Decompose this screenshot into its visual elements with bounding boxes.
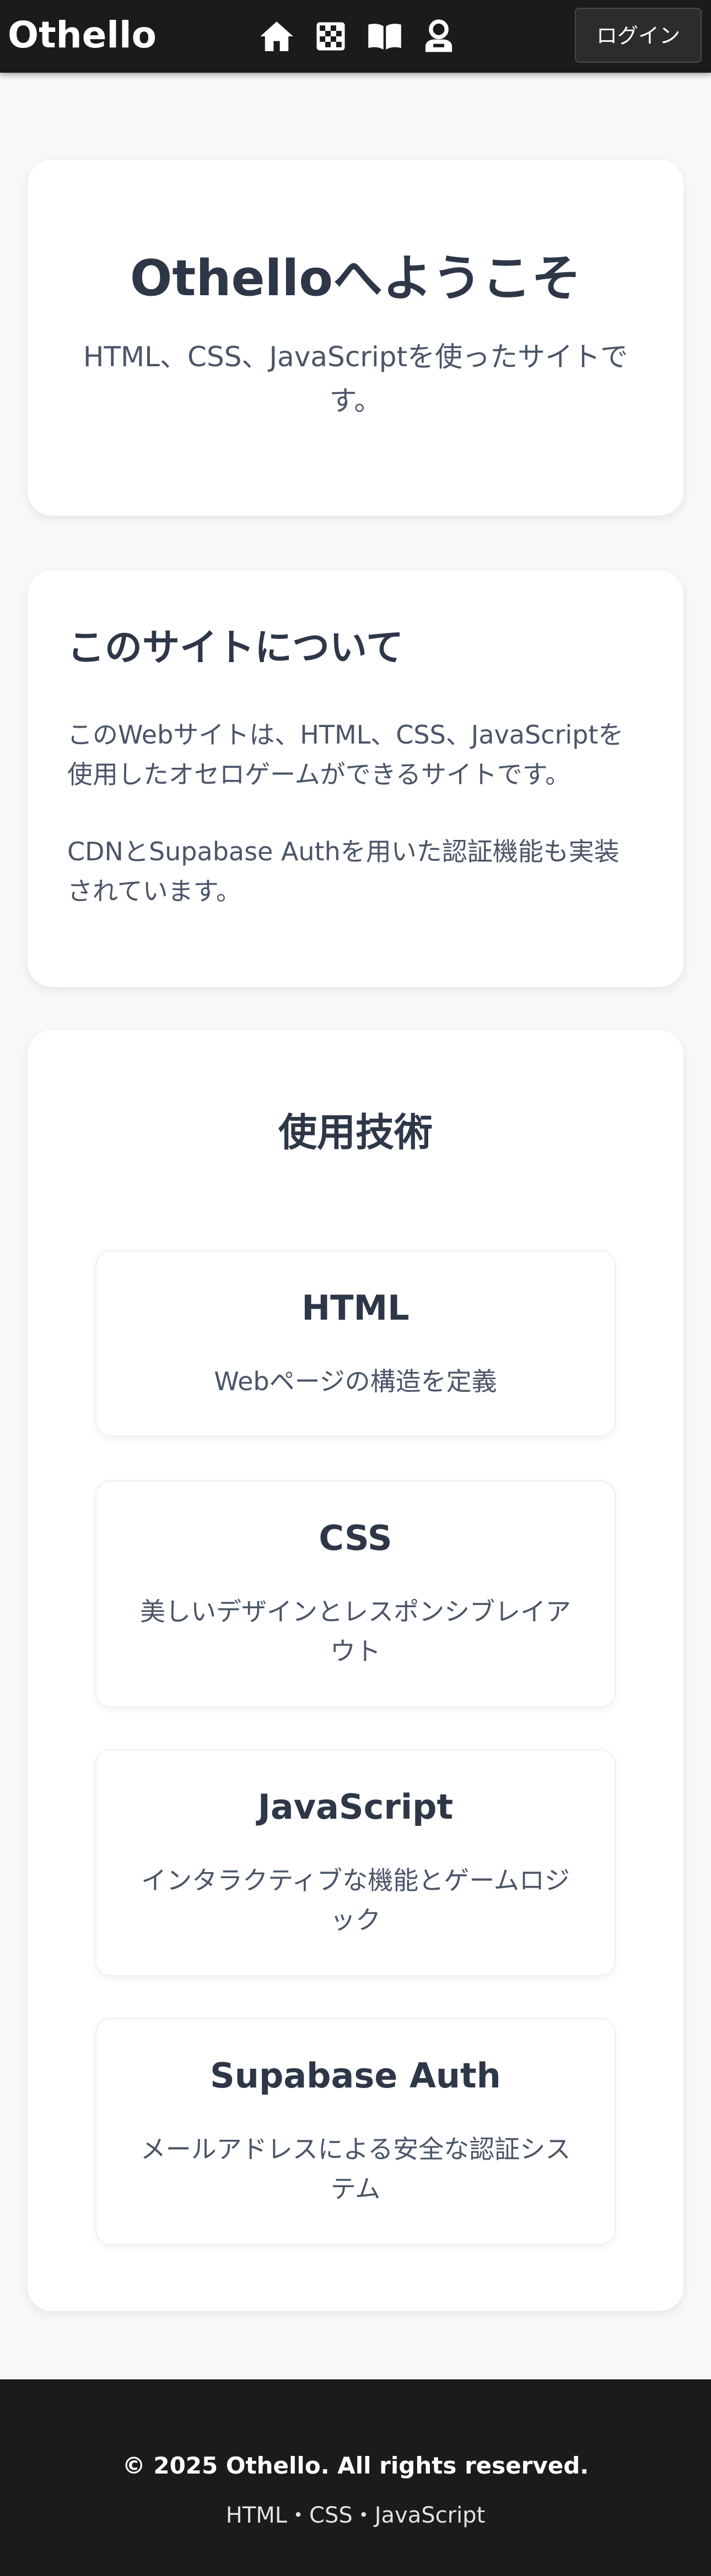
- about-card: このサイトについて このWebサイトは、HTML、CSS、JavaScriptを…: [28, 571, 683, 987]
- tech-item-name: Supabase Auth: [210, 2056, 501, 2096]
- about-title: このサイトについて: [67, 626, 403, 670]
- tech-item-desc: インタラクティブな機能とゲームロジック: [141, 1865, 570, 1935]
- main-nav: [258, 18, 457, 55]
- site-header: Othello ログイン: [0, 0, 711, 73]
- tech-item-desc: 美しいデザインとレスポンシブレイアウト: [140, 1597, 571, 1666]
- footer-copyright: © 2025 Othello. All rights reserved.: [122, 2452, 589, 2479]
- about-paragraph: CDNとSupabase Authを用いた認証機能も実装されています。: [67, 837, 620, 906]
- tech-item-desc: メールアドレスによる安全な認証システム: [140, 2134, 571, 2204]
- welcome-title: Othelloへようこそ: [130, 250, 581, 307]
- tech-item-javascript: JavaScript インタラクティブな機能とゲームロジック: [95, 1749, 616, 1976]
- tech-item-supabase-auth: Supabase Auth メールアドレスによる安全な認証システム: [95, 2018, 616, 2245]
- tech-card: 使用技術 HTML Webページの構造を定義 CSS 美しいデザインとレスポンシ…: [28, 1030, 683, 2311]
- login-button[interactable]: ログイン: [575, 8, 702, 63]
- tech-item-css: CSS 美しいデザインとレスポンシブレイアウト: [95, 1480, 616, 1707]
- book-icon[interactable]: [366, 18, 403, 55]
- welcome-subtitle: HTML、CSS、JavaScriptを使ったサイトです。: [83, 341, 628, 417]
- tech-item-html: HTML Webページの構造を定義: [95, 1250, 616, 1436]
- tech-item-name: JavaScript: [257, 1787, 454, 1827]
- tech-item-desc: Webページの構造を定義: [214, 1366, 497, 1396]
- tech-item-name: CSS: [319, 1518, 392, 1558]
- tech-title: 使用技術: [278, 1110, 433, 1155]
- user-icon[interactable]: [420, 18, 457, 55]
- welcome-card: Othelloへようこそ HTML、CSS、JavaScriptを使ったサイトで…: [28, 160, 683, 516]
- footer-tech-line: HTML・CSS・JavaScript: [225, 2503, 486, 2528]
- home-icon[interactable]: [258, 18, 295, 55]
- site-footer: © 2025 Othello. All rights reserved. HTM…: [0, 2379, 711, 2576]
- tech-item-name: HTML: [301, 1288, 410, 1328]
- about-paragraph: このWebサイトは、HTML、CSS、JavaScriptを使用したオセロゲーム…: [67, 720, 624, 789]
- checkerboard-icon[interactable]: [312, 18, 349, 55]
- site-logo[interactable]: Othello: [8, 12, 157, 58]
